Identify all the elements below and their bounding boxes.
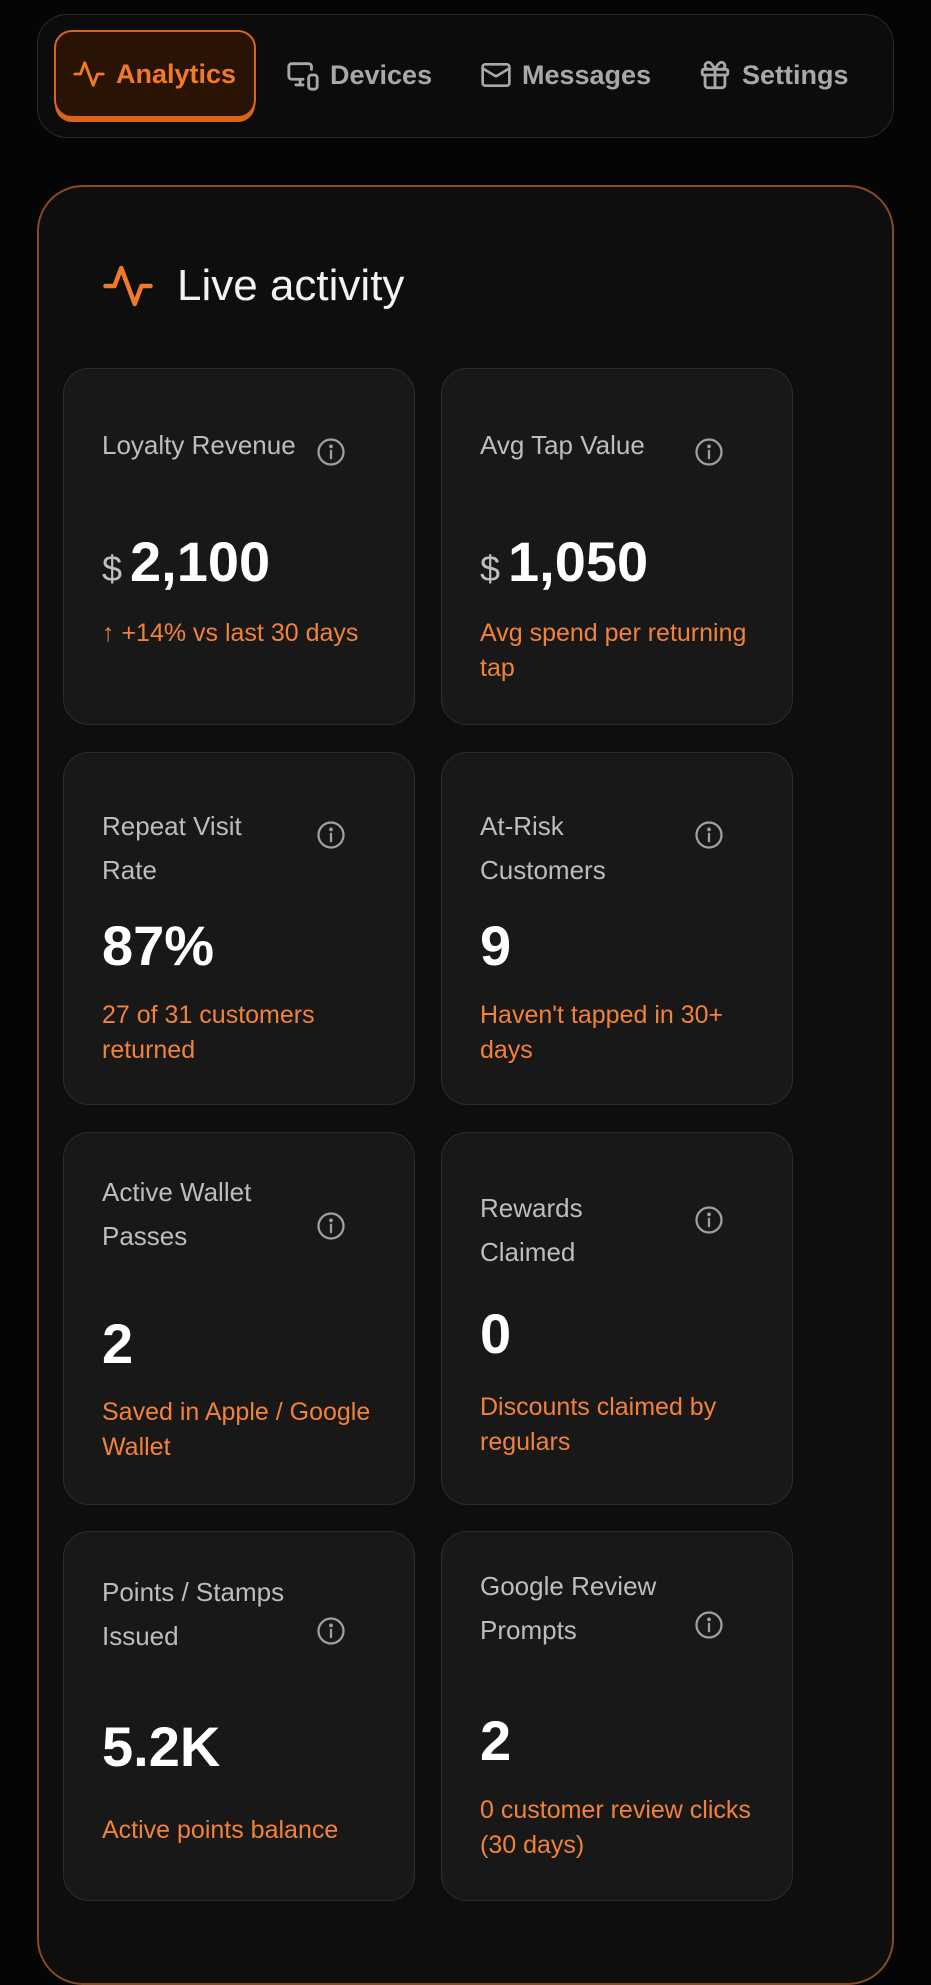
tab-analytics[interactable]: Analytics bbox=[54, 30, 256, 118]
info-icon[interactable] bbox=[316, 1211, 346, 1241]
tab-messages[interactable]: Messages bbox=[480, 29, 651, 121]
stat-number: 2 bbox=[480, 1709, 512, 1772]
stat-number: 2,100 bbox=[130, 530, 271, 593]
panel-header: Live activity bbox=[101, 259, 404, 313]
stat-card-google-review-prompts: Google Review Prompts 2 0 customer revie… bbox=[441, 1531, 793, 1901]
currency-symbol: $ bbox=[102, 548, 123, 589]
stat-caption: 0 customer review clicks (30 days) bbox=[480, 1796, 751, 1859]
stat-value: 2 bbox=[480, 1708, 511, 1773]
stat-number: 2 bbox=[102, 1312, 134, 1375]
stat-card-active-wallet-passes: Active Wallet Passes 2 Saved in Apple / … bbox=[63, 1132, 415, 1505]
stat-value: 2 bbox=[102, 1311, 133, 1376]
stat-label: Avg Tap Value bbox=[480, 430, 645, 460]
currency-symbol: $ bbox=[480, 548, 501, 589]
info-icon[interactable] bbox=[694, 820, 724, 850]
stat-card-loyalty-revenue: Loyalty Revenue $ 2,100 ↑ +14% vs last 3… bbox=[63, 368, 415, 725]
tab-settings[interactable]: Settings bbox=[698, 29, 849, 121]
info-icon[interactable] bbox=[316, 820, 346, 850]
stat-number: 1,050 bbox=[508, 530, 649, 593]
stat-number: 9 bbox=[480, 914, 512, 977]
stat-card-points-stamps-issued: Points / Stamps Issued 5.2K Active point… bbox=[63, 1531, 415, 1901]
stat-label: Active Wallet Passes bbox=[102, 1177, 252, 1251]
stat-label: Repeat Visit Rate bbox=[102, 811, 242, 885]
info-icon[interactable] bbox=[694, 1610, 724, 1640]
stat-card-avg-tap-value: Avg Tap Value $ 1,050 Avg spend per retu… bbox=[441, 368, 793, 725]
info-icon[interactable] bbox=[316, 1616, 346, 1646]
stat-caption: Avg spend per returning tap bbox=[480, 619, 747, 682]
tab-label: Messages bbox=[522, 59, 652, 90]
stat-label: Google Review Prompts bbox=[480, 1571, 657, 1645]
top-nav: Analytics Devices Messages Settings bbox=[37, 14, 894, 138]
info-icon[interactable] bbox=[694, 1205, 724, 1235]
stat-caption: 27 of 31 customers returned bbox=[102, 1001, 315, 1064]
stat-caption: ↑ +14% vs last 30 days bbox=[102, 619, 359, 647]
stat-caption: Discounts claimed by regulars bbox=[480, 1393, 717, 1456]
gift-icon bbox=[700, 60, 730, 90]
tab-label: Settings bbox=[742, 59, 849, 90]
stat-value: $ 2,100 bbox=[102, 529, 270, 594]
stat-label: At-Risk Customers bbox=[480, 811, 606, 885]
stat-caption: Active points balance bbox=[102, 1816, 339, 1844]
stat-number: 5.2K bbox=[102, 1715, 221, 1778]
activity-icon bbox=[73, 61, 105, 87]
tab-devices[interactable]: Devices bbox=[286, 29, 432, 121]
stat-label: Rewards Claimed bbox=[480, 1193, 583, 1267]
stat-value: 87% bbox=[102, 913, 214, 978]
info-icon[interactable] bbox=[316, 437, 346, 467]
stat-number: 0 bbox=[480, 1302, 512, 1365]
stat-card-at-risk-customers: At-Risk Customers 9 Haven't tapped in 30… bbox=[441, 752, 793, 1105]
info-icon[interactable] bbox=[694, 437, 724, 467]
stat-value: 9 bbox=[480, 913, 511, 978]
stat-value: $ 1,050 bbox=[480, 529, 648, 594]
stat-value: 0 bbox=[480, 1301, 511, 1366]
stat-caption: Saved in Apple / Google Wallet bbox=[102, 1398, 371, 1461]
devices-icon bbox=[287, 62, 319, 91]
mail-icon bbox=[481, 63, 511, 87]
tab-label: Analytics bbox=[116, 58, 237, 89]
stat-card-repeat-visit-rate: Repeat Visit Rate 87% 27 of 31 customers… bbox=[63, 752, 415, 1105]
tab-label: Devices bbox=[330, 59, 433, 90]
panel-title: Live activity bbox=[177, 261, 405, 310]
stat-label: Points / Stamps Issued bbox=[102, 1577, 285, 1651]
stat-caption: Haven't tapped in 30+ days bbox=[480, 1001, 724, 1064]
stat-number: 87% bbox=[102, 914, 215, 977]
stat-card-rewards-claimed: Rewards Claimed 0 Discounts claimed by r… bbox=[441, 1132, 793, 1505]
activity-icon bbox=[103, 265, 153, 307]
stat-value: 5.2K bbox=[102, 1714, 220, 1779]
stat-label: Loyalty Revenue bbox=[102, 430, 296, 460]
